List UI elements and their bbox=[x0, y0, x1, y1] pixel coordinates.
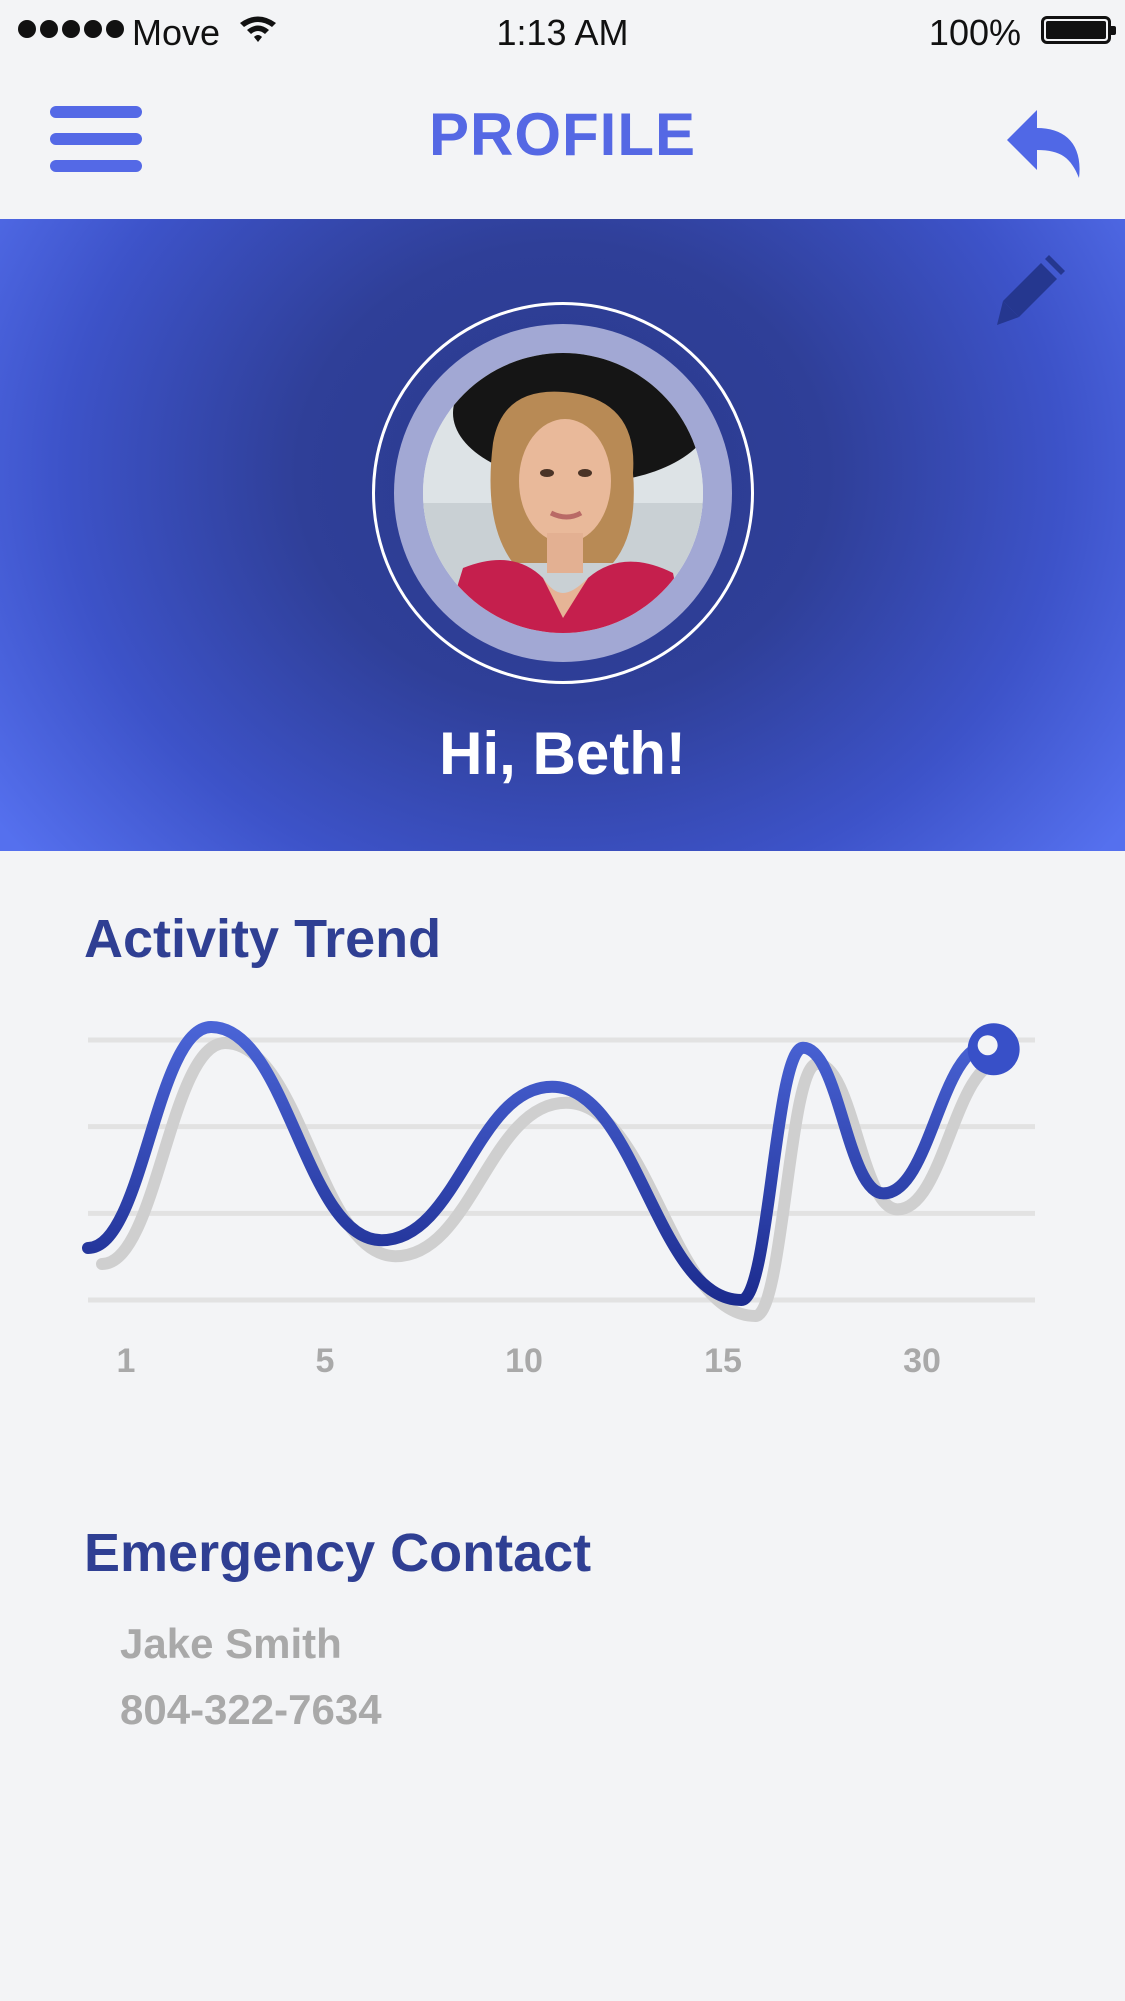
pencil-icon bbox=[997, 255, 1065, 325]
edit-button[interactable] bbox=[997, 255, 1069, 327]
avatar-frame bbox=[394, 324, 732, 662]
profile-header: Hi, Beth! bbox=[0, 219, 1125, 851]
chart-grid bbox=[88, 1037, 1035, 1303]
activity-chart: 1 5 10 15 30 bbox=[82, 1020, 1035, 1380]
nav-bar: PROFILE bbox=[0, 64, 1125, 219]
chart-x-tick-label: 10 bbox=[505, 1342, 543, 1380]
chart-x-ticks: 1 5 10 15 30 bbox=[117, 1342, 941, 1380]
chart-line bbox=[82, 1020, 994, 1307]
page-title: PROFILE bbox=[428, 101, 696, 168]
battery-icon bbox=[1041, 16, 1116, 44]
status-bar: Move 1:13 AM 100% bbox=[0, 0, 1125, 64]
contact-name: Jake Smith bbox=[120, 1620, 342, 1667]
reply-arrow-icon bbox=[1007, 110, 1080, 178]
battery-percent: 100% bbox=[928, 12, 1021, 53]
chart-x-tick-label: 30 bbox=[903, 1342, 941, 1380]
avatar[interactable] bbox=[423, 353, 703, 633]
chart-marker-inner bbox=[977, 1035, 998, 1056]
emergency-section-title: Emergency Contact bbox=[84, 1523, 592, 1583]
greeting: Hi, Beth! bbox=[439, 720, 686, 787]
contact-phone[interactable]: 804-322-7634 bbox=[120, 1686, 382, 1734]
chart-x-tick-label: 15 bbox=[704, 1342, 742, 1380]
avatar-ring bbox=[372, 302, 754, 684]
activity-section-title: Activity Trend bbox=[84, 909, 442, 969]
chart-x-tick-label: 1 bbox=[117, 1342, 136, 1380]
avatar-photo bbox=[423, 353, 703, 633]
chart-x-tick-label: 5 bbox=[316, 1342, 335, 1380]
chart-end-marker[interactable] bbox=[967, 1023, 1020, 1076]
back-button[interactable] bbox=[1003, 102, 1087, 186]
